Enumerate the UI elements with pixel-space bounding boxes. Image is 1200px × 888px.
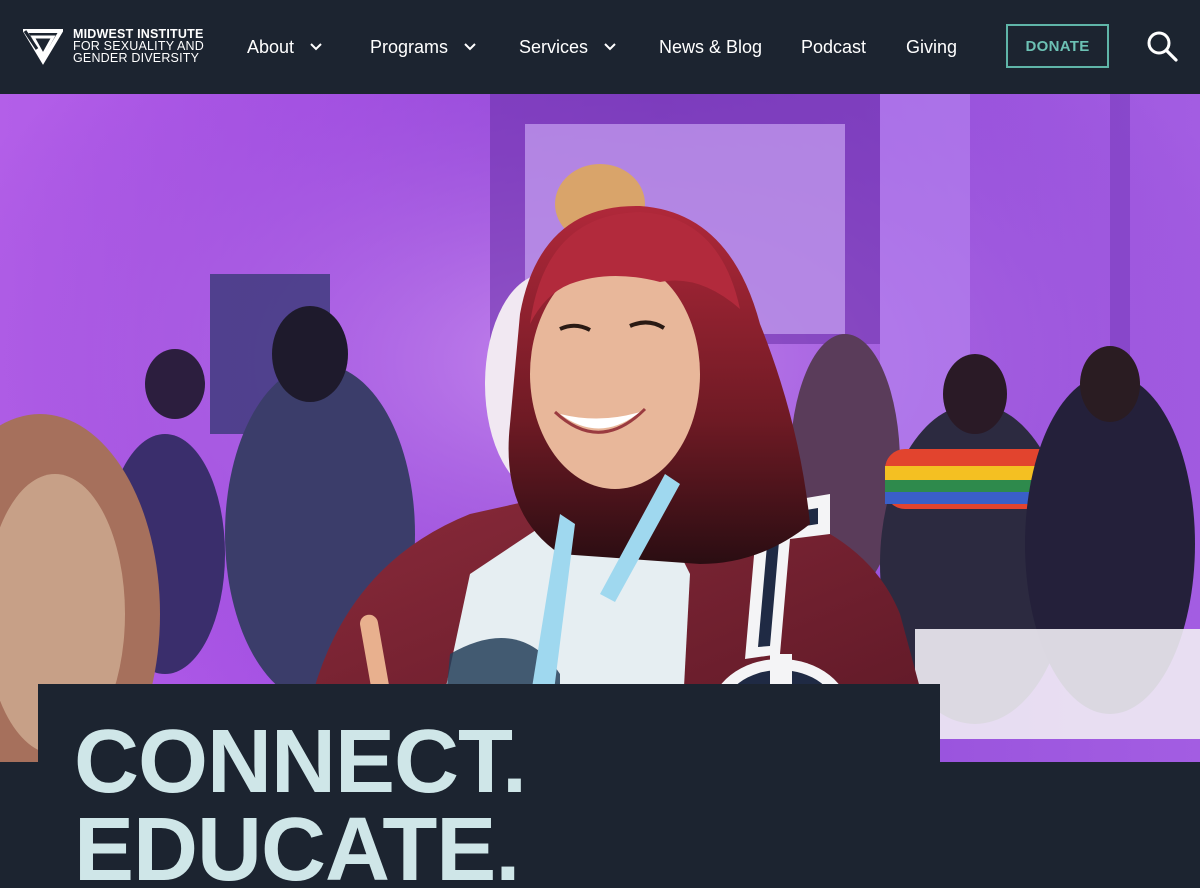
donate-button[interactable]: DONATE — [1006, 24, 1109, 68]
site-header: MIDWEST INSTITUTE FOR SEXUALITY AND GEND… — [0, 0, 1200, 94]
hero-headline: CONNECT. EDUCATE. — [74, 712, 527, 888]
nav-item-services[interactable]: Services — [519, 34, 616, 60]
chevron-down-icon — [604, 43, 616, 51]
nav-item-podcast[interactable]: Podcast — [801, 34, 866, 60]
hero-image — [0, 94, 1200, 762]
nav-item-programs[interactable]: Programs — [370, 34, 476, 60]
nav-item-label: Giving — [906, 36, 958, 57]
nav-item-giving[interactable]: Giving — [906, 34, 957, 60]
search-icon[interactable] — [1146, 30, 1178, 62]
hero-photo — [0, 94, 1200, 762]
headline-line-2: EDUCATE. — [74, 800, 520, 888]
nav-item-news-blog[interactable]: News & Blog — [659, 34, 762, 60]
nav-item-label: Podcast — [801, 36, 867, 57]
nav-item-about[interactable]: About — [247, 34, 322, 60]
nav-item-label: News & Blog — [659, 36, 763, 57]
chevron-down-icon — [310, 43, 322, 51]
nav-item-label: Services — [519, 36, 589, 57]
headline-line-1: CONNECT. — [74, 712, 527, 812]
main-nav: About Programs Services News & Blog Podc… — [0, 0, 1200, 94]
nav-item-label: About — [247, 36, 295, 57]
chevron-down-icon — [464, 43, 476, 51]
nav-item-label: Programs — [370, 36, 449, 57]
